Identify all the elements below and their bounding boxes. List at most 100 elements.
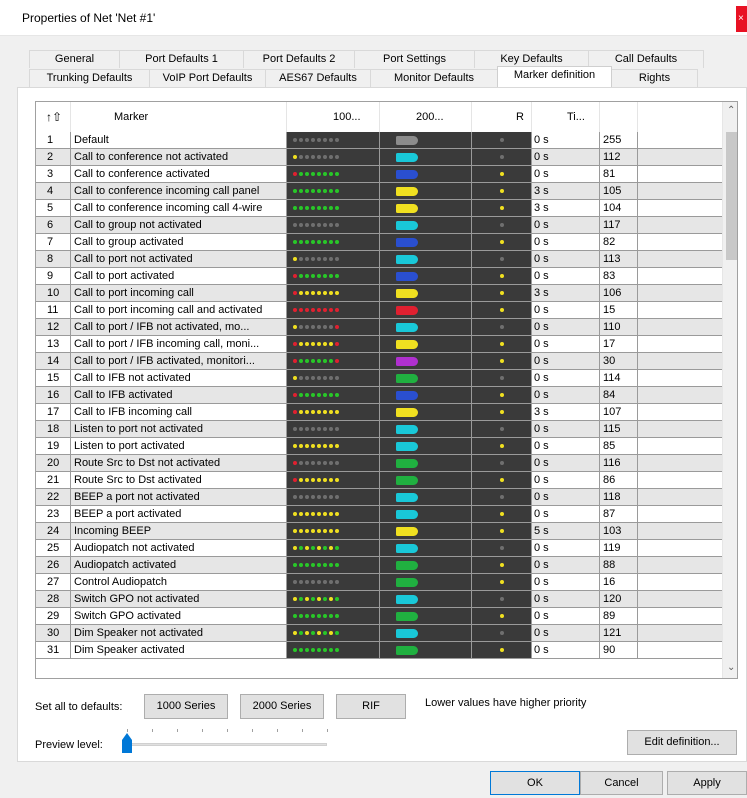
table-row[interactable]: 3 Call to conference activated 0 s 81 bbox=[36, 166, 722, 183]
marker-priority[interactable]: 83 bbox=[600, 268, 638, 285]
vertical-scrollbar[interactable]: ⌃ ⌄ bbox=[722, 102, 737, 678]
marker-name[interactable]: Call to port / IFB not activated, mo... bbox=[71, 319, 287, 336]
marker-priority[interactable]: 87 bbox=[600, 506, 638, 523]
preview-1000-series[interactable] bbox=[287, 251, 380, 268]
preview-rif[interactable] bbox=[472, 523, 532, 540]
marker-priority[interactable]: 90 bbox=[600, 642, 638, 659]
marker-time[interactable]: 0 s bbox=[532, 268, 600, 285]
preview-1000-series[interactable] bbox=[287, 336, 380, 353]
scrollbar-thumb[interactable] bbox=[726, 132, 737, 260]
marker-priority[interactable]: 113 bbox=[600, 251, 638, 268]
marker-time[interactable]: 0 s bbox=[532, 608, 600, 625]
scroll-up-icon[interactable]: ⌃ bbox=[727, 105, 735, 116]
preview-rif[interactable] bbox=[472, 319, 532, 336]
marker-time[interactable]: 0 s bbox=[532, 353, 600, 370]
marker-name[interactable]: Listen to port not activated bbox=[71, 421, 287, 438]
marker-name[interactable]: Call to group activated bbox=[71, 234, 287, 251]
marker-time[interactable]: 0 s bbox=[532, 387, 600, 404]
marker-time[interactable]: 0 s bbox=[532, 506, 600, 523]
preview-2000-series[interactable] bbox=[380, 387, 472, 404]
table-row[interactable]: 19 Listen to port activated 0 s 85 bbox=[36, 438, 722, 455]
marker-time[interactable]: 0 s bbox=[532, 591, 600, 608]
preview-1000-series[interactable] bbox=[287, 149, 380, 166]
marker-priority[interactable]: 89 bbox=[600, 608, 638, 625]
table-row[interactable]: 6 Call to group not activated 0 s 117 bbox=[36, 217, 722, 234]
marker-time[interactable]: 0 s bbox=[532, 302, 600, 319]
preview-2000-series[interactable] bbox=[380, 574, 472, 591]
preview-2000-series[interactable] bbox=[380, 149, 472, 166]
table-row[interactable]: 27 Control Audiopatch 0 s 16 bbox=[36, 574, 722, 591]
preview-1000-series[interactable] bbox=[287, 285, 380, 302]
preview-1000-series[interactable] bbox=[287, 642, 380, 659]
preview-2000-series[interactable] bbox=[380, 251, 472, 268]
marker-name[interactable]: Control Audiopatch bbox=[71, 574, 287, 591]
marker-priority[interactable]: 120 bbox=[600, 591, 638, 608]
marker-name[interactable]: Route Src to Dst not activated bbox=[71, 455, 287, 472]
tab-rights[interactable]: Rights bbox=[611, 69, 698, 87]
marker-priority[interactable]: 110 bbox=[600, 319, 638, 336]
column-header-blank[interactable] bbox=[600, 102, 638, 132]
preview-rif[interactable] bbox=[472, 642, 532, 659]
preview-1000-series[interactable] bbox=[287, 166, 380, 183]
ok-button[interactable]: OK bbox=[490, 771, 580, 795]
marker-time[interactable]: 0 s bbox=[532, 251, 600, 268]
marker-name[interactable]: Dim Speaker activated bbox=[71, 642, 287, 659]
preview-rif[interactable] bbox=[472, 166, 532, 183]
marker-time[interactable]: 0 s bbox=[532, 166, 600, 183]
table-row[interactable]: 18 Listen to port not activated 0 s 115 bbox=[36, 421, 722, 438]
defaults-1000-series-button[interactable]: 1000 Series bbox=[144, 694, 228, 719]
preview-1000-series[interactable] bbox=[287, 455, 380, 472]
marker-name[interactable]: Switch GPO not activated bbox=[71, 591, 287, 608]
preview-rif[interactable] bbox=[472, 251, 532, 268]
preview-rif[interactable] bbox=[472, 489, 532, 506]
table-row[interactable]: 24 Incoming BEEP 5 s 103 bbox=[36, 523, 722, 540]
preview-1000-series[interactable] bbox=[287, 438, 380, 455]
preview-2000-series[interactable] bbox=[380, 421, 472, 438]
marker-priority[interactable]: 17 bbox=[600, 336, 638, 353]
preview-rif[interactable] bbox=[472, 557, 532, 574]
tab-marker-definition[interactable]: Marker definition bbox=[497, 66, 612, 87]
preview-2000-series[interactable] bbox=[380, 217, 472, 234]
table-row[interactable]: 25 Audiopatch not activated 0 s 119 bbox=[36, 540, 722, 557]
marker-priority[interactable]: 88 bbox=[600, 557, 638, 574]
marker-priority[interactable]: 103 bbox=[600, 523, 638, 540]
marker-name[interactable]: Incoming BEEP bbox=[71, 523, 287, 540]
preview-rif[interactable] bbox=[472, 591, 532, 608]
table-row[interactable]: 29 Switch GPO activated 0 s 89 bbox=[36, 608, 722, 625]
preview-1000-series[interactable] bbox=[287, 132, 380, 149]
preview-1000-series[interactable] bbox=[287, 574, 380, 591]
preview-rif[interactable] bbox=[472, 455, 532, 472]
marker-time[interactable]: 0 s bbox=[532, 574, 600, 591]
preview-1000-series[interactable] bbox=[287, 234, 380, 251]
preview-2000-series[interactable] bbox=[380, 455, 472, 472]
marker-priority[interactable]: 107 bbox=[600, 404, 638, 421]
preview-1000-series[interactable] bbox=[287, 523, 380, 540]
preview-2000-series[interactable] bbox=[380, 608, 472, 625]
marker-name[interactable]: Call to port incoming call and activated bbox=[71, 302, 287, 319]
preview-rif[interactable] bbox=[472, 336, 532, 353]
marker-time[interactable]: 0 s bbox=[532, 642, 600, 659]
tab-port-settings[interactable]: Port Settings bbox=[354, 50, 475, 68]
tab-trunking-defaults[interactable]: Trunking Defaults bbox=[29, 69, 150, 87]
table-row[interactable]: 2 Call to conference not activated 0 s 112 bbox=[36, 149, 722, 166]
marker-priority[interactable]: 255 bbox=[600, 132, 638, 149]
preview-rif[interactable] bbox=[472, 438, 532, 455]
marker-priority[interactable]: 121 bbox=[600, 625, 638, 642]
preview-rif[interactable] bbox=[472, 540, 532, 557]
defaults-2000-series-button[interactable]: 2000 Series bbox=[240, 694, 324, 719]
marker-name[interactable]: BEEP a port activated bbox=[71, 506, 287, 523]
marker-time[interactable]: 0 s bbox=[532, 132, 600, 149]
tab-port-defaults-2[interactable]: Port Defaults 2 bbox=[243, 50, 355, 68]
preview-2000-series[interactable] bbox=[380, 557, 472, 574]
marker-name[interactable]: Call to IFB incoming call bbox=[71, 404, 287, 421]
preview-2000-series[interactable] bbox=[380, 591, 472, 608]
preview-1000-series[interactable] bbox=[287, 370, 380, 387]
marker-time[interactable]: 0 s bbox=[532, 455, 600, 472]
defaults-rif-button[interactable]: RIF bbox=[336, 694, 406, 719]
marker-name[interactable]: Default bbox=[71, 132, 287, 149]
table-row[interactable]: 15 Call to IFB not activated 0 s 114 bbox=[36, 370, 722, 387]
preview-rif[interactable] bbox=[472, 404, 532, 421]
preview-2000-series[interactable] bbox=[380, 234, 472, 251]
preview-rif[interactable] bbox=[472, 149, 532, 166]
marker-name[interactable]: Listen to port activated bbox=[71, 438, 287, 455]
